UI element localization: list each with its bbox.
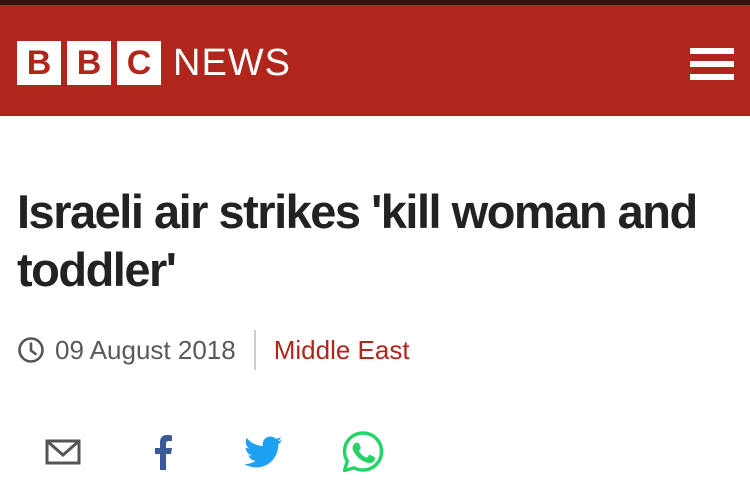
- clock-icon: [18, 337, 44, 363]
- site-header: B B C NEWS: [0, 5, 750, 116]
- meta-divider: [253, 330, 256, 370]
- menu-bar: [690, 48, 734, 54]
- logo-news-word: NEWS: [173, 41, 291, 84]
- menu-bar: [690, 61, 734, 67]
- hamburger-menu-icon[interactable]: [690, 48, 734, 80]
- logo-letter: B: [17, 41, 61, 85]
- bbc-news-logo[interactable]: B B C NEWS: [17, 41, 291, 85]
- logo-letter: C: [117, 41, 161, 85]
- whatsapp-icon[interactable]: [339, 428, 387, 476]
- email-icon[interactable]: [39, 428, 87, 476]
- section-link[interactable]: Middle East: [274, 335, 410, 366]
- share-tools: [0, 428, 750, 476]
- logo-letter: B: [67, 41, 111, 85]
- facebook-icon[interactable]: [139, 428, 187, 476]
- twitter-icon[interactable]: [239, 428, 287, 476]
- article-date: 09 August 2018: [55, 334, 236, 365]
- article-headline: Israeli air strikes 'kill woman and todd…: [17, 185, 698, 296]
- menu-bar: [690, 74, 734, 80]
- article-meta: 09 August 2018 Middle East: [17, 330, 410, 370]
